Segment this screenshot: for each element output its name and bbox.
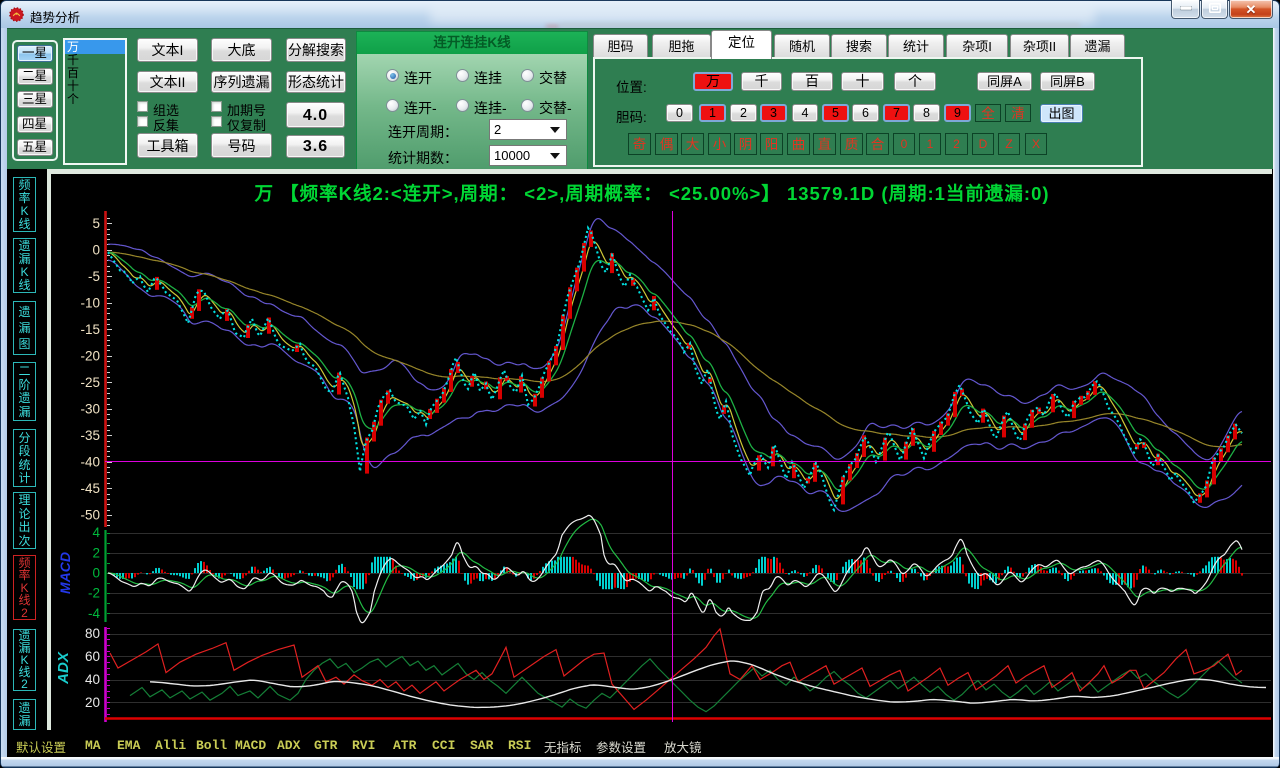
svg-text:80: 80 — [85, 626, 100, 641]
svg-text:5: 5 — [92, 216, 100, 231]
svg-text:MACD: MACD — [57, 552, 73, 594]
svg-text:-2: -2 — [88, 586, 100, 601]
svg-text:万 【频率K线2:<连开>,周期： <2>,周期概率： <2: 万 【频率K线2:<连开>,周期： <2>,周期概率： <25.00%>】 13… — [253, 183, 1049, 204]
svg-text:-35: -35 — [80, 428, 100, 443]
svg-text:20: 20 — [85, 695, 100, 710]
svg-text:60: 60 — [85, 649, 100, 664]
svg-text:-4: -4 — [88, 606, 100, 621]
svg-text:-25: -25 — [80, 375, 100, 390]
svg-text:-40: -40 — [80, 454, 100, 469]
svg-text:ADX: ADX — [55, 651, 72, 685]
svg-text:40: 40 — [85, 672, 100, 687]
svg-text:-30: -30 — [80, 401, 100, 416]
svg-text:-20: -20 — [80, 348, 100, 363]
svg-text:-10: -10 — [80, 295, 100, 310]
svg-text:-45: -45 — [80, 481, 100, 496]
svg-text:-5: -5 — [88, 269, 100, 284]
svg-text:-50: -50 — [80, 507, 100, 522]
svg-text:4: 4 — [92, 525, 100, 540]
svg-text:0: 0 — [92, 566, 100, 581]
svg-text:2: 2 — [92, 545, 100, 560]
svg-text:-15: -15 — [80, 322, 100, 337]
svg-text:0: 0 — [92, 242, 100, 257]
